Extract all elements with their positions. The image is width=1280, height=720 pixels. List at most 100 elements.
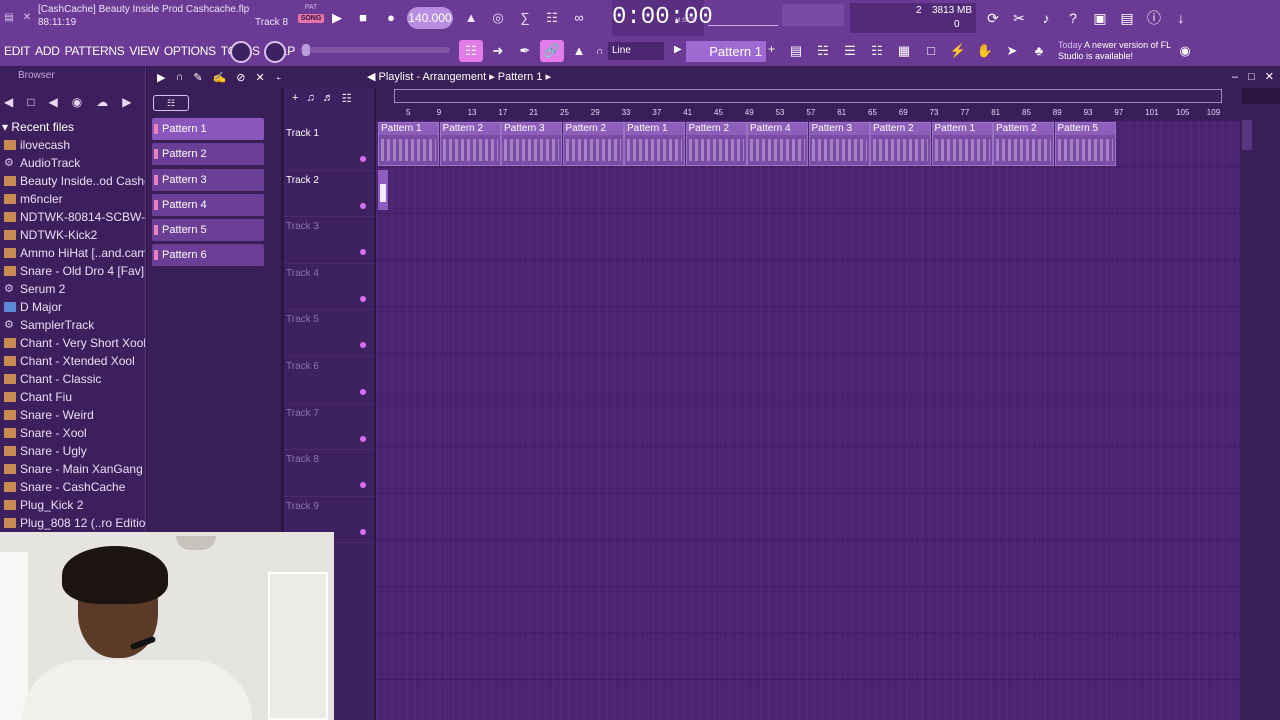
pattern-clip[interactable]: Pattern 2 (870, 122, 931, 166)
tempo-display[interactable]: 140.000 (407, 7, 453, 29)
piano-roll-window-icon[interactable]: ☵ (811, 40, 835, 62)
list-item[interactable]: Snare - Ugly (0, 442, 145, 460)
menu-patterns[interactable]: PATTERNS (65, 44, 125, 58)
pattern-item[interactable]: Pattern 6 (152, 244, 264, 267)
track-enable-icon[interactable] (360, 388, 366, 395)
recent-files-header[interactable]: ▾ Recent files (0, 118, 145, 136)
stamp-icon[interactable]: ▲ (567, 40, 591, 62)
mixer-icon[interactable]: ☷ (865, 40, 889, 62)
list-item[interactable]: NDTWK-Kick2 (0, 226, 145, 244)
track-header[interactable]: Track 1 (284, 124, 374, 171)
list-item[interactable]: ⚙ SamplerTrack (0, 316, 145, 334)
mute-tool-icon[interactable]: ✕ (256, 71, 265, 84)
loop-record-icon[interactable]: ∞ (567, 7, 591, 29)
pattern-selector[interactable]: Pattern 1 (686, 41, 766, 62)
horizontal-scrollbar[interactable] (394, 89, 1222, 103)
track-header[interactable]: Track 5 (284, 310, 374, 357)
vertical-scrollbar[interactable] (1240, 104, 1280, 720)
list-item[interactable]: m6ncler (0, 190, 145, 208)
globe-icon[interactable]: ◉ (1173, 40, 1197, 62)
pattern-item[interactable]: Pattern 4 (152, 193, 264, 216)
track-header[interactable]: Track 3 (284, 217, 374, 264)
play-button[interactable]: ▶ (327, 8, 347, 28)
play-pattern-icon[interactable]: ▶ (674, 44, 682, 55)
track-enable-icon[interactable] (360, 342, 366, 349)
list-item[interactable]: ⚙ Serum 2 (0, 280, 145, 298)
list-item[interactable]: Snare - Old Dro 4 [Fav] ★ (0, 262, 145, 280)
list-item[interactable]: Chant Fiu (0, 388, 145, 406)
pattern-item[interactable]: Pattern 5 (152, 219, 264, 242)
draw-tool-icon[interactable]: ✎ (193, 71, 202, 84)
menu-view[interactable]: VIEW (129, 44, 159, 58)
arrow-icon[interactable]: ➜ (486, 40, 510, 62)
pattern-clip[interactable]: Pattern 3 (808, 122, 870, 166)
pattern-clip[interactable]: Pattern 4 (747, 122, 808, 166)
project-browser-icon[interactable]: □ (919, 40, 943, 62)
pattern-item[interactable]: Pattern 2 (152, 143, 264, 166)
channel-rack-icon[interactable]: ☰ (838, 40, 862, 62)
track-enable-icon[interactable] (360, 156, 366, 162)
touch-controller-icon[interactable]: ✋ (973, 40, 997, 62)
track-header[interactable]: Track 6 (284, 357, 374, 404)
system-menu-icon[interactable]: ▤ (2, 11, 16, 25)
menu-add[interactable]: ADD (35, 44, 60, 58)
link-icon[interactable]: 🔗 (540, 40, 564, 62)
track-enable-icon[interactable] (360, 295, 366, 302)
track-enable-icon[interactable] (360, 482, 366, 489)
cut-icon[interactable]: ✂ (1008, 7, 1030, 29)
track-enable-icon[interactable] (360, 435, 366, 442)
list-item[interactable]: Chant - Xtended Xool (0, 352, 145, 370)
minimize-icon[interactable]: – (1232, 66, 1238, 88)
piano-roll-icon[interactable]: ☷ (459, 40, 483, 62)
playlist-close-icon[interactable]: ✕ (1265, 66, 1274, 88)
pattern-view-button[interactable]: ☷ (153, 95, 189, 111)
save-icon[interactable]: ▣ (1089, 7, 1111, 29)
undo-icon[interactable]: ⟳ (982, 7, 1004, 29)
list-item[interactable]: NDTWK-80814-SCBW-EDIT (0, 208, 145, 226)
track-header[interactable]: Track 2 (284, 171, 374, 218)
speaker-tab-icon[interactable]: ◀ (48, 95, 57, 109)
pattern-item[interactable]: Pattern 1 (152, 118, 264, 140)
snap-select[interactable]: Line (608, 42, 664, 60)
pattern-clip[interactable]: Pattern 3 (501, 122, 562, 166)
metronome-icon[interactable]: ▲ (459, 7, 483, 29)
list-item[interactable]: Plug_808 12 (..ro Edition 2) (0, 514, 145, 532)
pat-song-toggle[interactable]: PAT SONG (298, 4, 324, 32)
chan-icon[interactable]: ♬ (323, 92, 334, 104)
paint-tool-icon[interactable]: ✍ (213, 71, 227, 84)
menu-options[interactable]: OPTIONS (164, 44, 216, 58)
scroll-thumb[interactable] (1242, 120, 1252, 150)
cloud-tab-icon[interactable]: ☁ (96, 95, 108, 109)
track-header[interactable]: Track 8 (284, 450, 374, 497)
step-edit-icon[interactable]: ☷ (540, 7, 564, 29)
track-header[interactable]: Track 7 (284, 404, 374, 451)
pattern-clip[interactable]: Pattern 2 (439, 122, 501, 166)
pattern-clip[interactable]: Pattern 2 (993, 122, 1054, 166)
snap-magnet-icon[interactable]: ∩ (175, 71, 183, 83)
master-volume-knob[interactable] (230, 41, 252, 63)
browser-next-icon[interactable]: ▶ (122, 95, 131, 109)
close-icon[interactable]: ✕ (20, 11, 34, 25)
news-panel[interactable]: Today A newer version of FL Studio is av… (1058, 40, 1178, 64)
track-enable-icon[interactable] (360, 202, 366, 209)
track-enable-icon[interactable] (360, 249, 366, 256)
list-item[interactable]: Snare - Main XanGang (0, 460, 145, 478)
pattern-clip[interactable]: Pattern 1 (624, 122, 685, 166)
list-item[interactable]: D Major (0, 298, 145, 316)
list-item[interactable]: Chant - Very Short Xool (0, 334, 145, 352)
pattern-clip[interactable]: Pattern 1 (378, 122, 439, 166)
record-button[interactable]: ● (381, 8, 401, 28)
options-arrow-icon[interactable]: ▶ (157, 71, 165, 84)
info-icon[interactable]: ⓘ (1143, 7, 1165, 29)
slider-thumb[interactable] (302, 44, 310, 56)
stop-button[interactable]: ■ (353, 8, 373, 28)
timeline-ruler[interactable]: 5 9 13 17 21 25 29 33 37 41 45 49 53 57 61 65 69 73 77 81 85… (376, 88, 1242, 120)
all-tab-icon[interactable]: ◀ (4, 95, 13, 109)
zoom-slider[interactable] (300, 44, 450, 56)
pattern-item[interactable]: Pattern 3 (152, 168, 264, 191)
add-pattern-icon[interactable]: + (768, 42, 775, 56)
render-icon[interactable]: ▤ (1116, 7, 1138, 29)
list-item[interactable]: Beauty Inside..od Cashcache (0, 172, 145, 190)
add-track-icon[interactable]: + (292, 92, 298, 104)
list-item[interactable]: ⚙ AudioTrack (0, 154, 145, 172)
